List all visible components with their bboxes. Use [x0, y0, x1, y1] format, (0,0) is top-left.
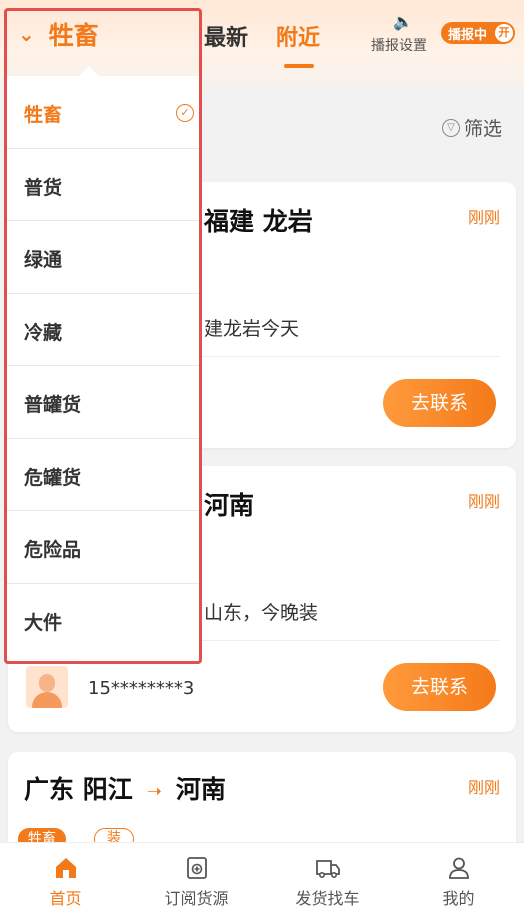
filter-button[interactable]: ▽ 筛选 [442, 114, 502, 141]
broadcast-toggle-text: 播报中 [448, 27, 488, 43]
speaker-icon[interactable]: 🔈 [393, 12, 413, 31]
tab-latest[interactable]: 最新 [204, 20, 248, 52]
dropdown-item-hazard-tank[interactable]: 危罐货 [7, 439, 200, 511]
user-icon [449, 857, 469, 879]
phone-number: 15********3 [88, 678, 195, 699]
dropdown-item-label: 牲畜 [24, 104, 63, 126]
contact-button[interactable]: 去联系 [383, 663, 496, 711]
active-tab-indicator [284, 64, 314, 68]
dropdown-item-label: 冷藏 [24, 321, 63, 344]
filter-icon: ▽ [442, 118, 460, 137]
post-time: 刚刚 [467, 208, 500, 227]
cargo-description: 建龙岩今天 [204, 318, 300, 340]
dropdown-item-label: 绿通 [24, 249, 63, 271]
truck-icon [316, 860, 340, 878]
arrow-right-icon: ➝ [146, 780, 162, 802]
route-text: 福建 龙岩 [204, 207, 313, 236]
route-text: 广东 阳江 ➝ 河南 [24, 770, 226, 806]
dropdown-item-livestock[interactable]: 牲畜 ✓ [7, 76, 200, 149]
nav-label: 我的 [442, 889, 475, 908]
dropdown-item-hazardous[interactable]: 危险品 [7, 511, 200, 584]
route-origin: 广东 阳江 [24, 775, 133, 804]
route-text: 河南 [204, 491, 255, 520]
cargo-description: 山东，今晚装 [204, 602, 319, 624]
dropdown-item-label: 危险品 [24, 539, 82, 561]
dropdown-item-label: 普货 [24, 176, 63, 199]
nav-ship[interactable]: 发货找车 [262, 843, 393, 910]
subscribe-icon [187, 857, 207, 879]
category-label: 牲畜 [48, 21, 99, 50]
bottom-nav: 首页 订阅货源 发货找车 我的 [0, 842, 524, 910]
nav-label: 首页 [49, 889, 82, 908]
avatar [26, 666, 68, 708]
tab-nearby[interactable]: 附近 [276, 20, 320, 52]
dropdown-item-label: 普罐货 [24, 394, 82, 416]
dropdown-item-general[interactable]: 普货 [7, 149, 200, 221]
filter-label: 筛选 [464, 118, 503, 140]
post-time: 刚刚 [467, 778, 500, 797]
nav-subscribe[interactable]: 订阅货源 [131, 843, 262, 910]
route-destination: 河南 [175, 775, 226, 804]
category-dropdown: 牲畜 ✓ 普货 绿通 冷藏 普罐货 危罐货 危险品 大件 [7, 66, 200, 660]
nav-home[interactable]: 首页 [0, 843, 131, 910]
dropdown-item-label: 危罐货 [24, 466, 82, 489]
dropdown-item-tank[interactable]: 普罐货 [7, 366, 200, 439]
check-circle-icon: ✓ [176, 104, 194, 122]
post-time: 刚刚 [467, 492, 500, 511]
category-selector[interactable]: ⌄ 牲畜 [18, 16, 99, 52]
broadcast-toggle-knob: 开 [495, 24, 513, 42]
nav-mine[interactable]: 我的 [393, 843, 524, 910]
nav-label: 发货找车 [295, 889, 360, 908]
broadcast-settings[interactable]: 播报设置 [371, 35, 427, 55]
dropdown-item-green[interactable]: 绿通 [7, 221, 200, 294]
dropdown-item-refrigerated[interactable]: 冷藏 [7, 294, 200, 366]
chevron-down-icon: ⌄ [18, 22, 35, 46]
broadcast-toggle[interactable]: 播报中 开 [441, 22, 515, 44]
home-icon [56, 858, 76, 878]
dropdown-item-oversized[interactable]: 大件 [7, 584, 200, 657]
contact-button[interactable]: 去联系 [383, 379, 496, 427]
nav-label: 订阅货源 [164, 889, 229, 908]
dropdown-item-label: 大件 [24, 611, 63, 634]
